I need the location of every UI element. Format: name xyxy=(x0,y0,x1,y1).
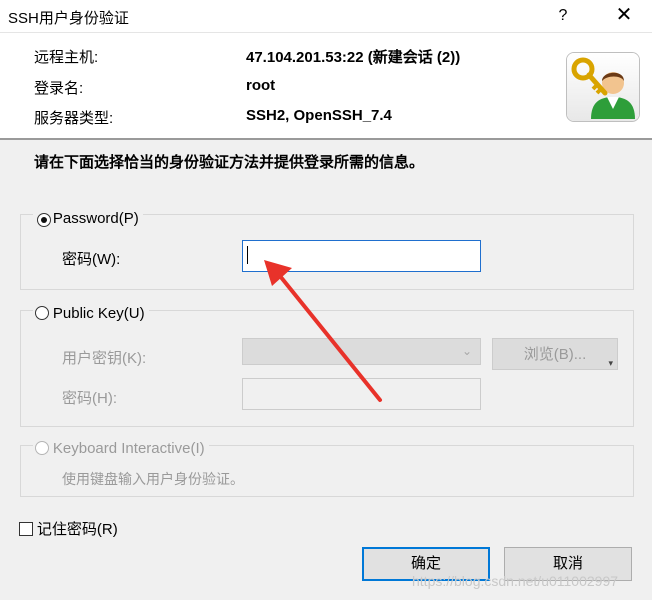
password-input[interactable] xyxy=(242,240,481,272)
help-button[interactable]: ? xyxy=(540,0,586,32)
public-key-radio[interactable] xyxy=(35,306,49,321)
keyboard-interactive-option[interactable]: Keyboard Interactive(I) xyxy=(33,439,209,459)
title-bar: SSH用户身份验证 ? ✕ xyxy=(0,0,652,33)
password-radio[interactable] xyxy=(37,213,51,228)
remember-password-label: 记住密码(R) xyxy=(36,521,118,538)
text-caret xyxy=(247,246,248,264)
instruction-text: 请在下面选择恰当的身份验证方法并提供登录所需的信息。 xyxy=(34,154,425,171)
browse-button[interactable]: 浏览(B)... ▾ xyxy=(492,338,618,370)
keyboard-interactive-radio[interactable] xyxy=(35,441,49,456)
passphrase-input[interactable] xyxy=(242,378,481,410)
server-type-label: 服务器类型: xyxy=(34,110,114,127)
password-option[interactable]: Password(P) xyxy=(33,209,143,229)
help-icon: ? xyxy=(558,7,568,24)
passphrase-label: 密码(H): xyxy=(62,390,117,407)
remote-host-label: 远程主机: xyxy=(34,49,99,66)
ok-button-label: 确定 xyxy=(410,555,441,572)
window-title: SSH用户身份验证 xyxy=(8,10,129,27)
key-user-logo-icon xyxy=(566,52,640,122)
public-key-option[interactable]: Public Key(U) xyxy=(33,304,149,324)
login-name-value: root xyxy=(246,77,276,94)
close-icon: ✕ xyxy=(615,4,633,26)
password-option-label: Password(P) xyxy=(52,209,139,227)
dropdown-indicator-icon: ▾ xyxy=(608,358,613,368)
chevron-down-icon: ⌄ xyxy=(461,344,472,358)
keyboard-interactive-description: 使用键盘输入用户身份验证。 xyxy=(62,471,244,487)
server-type-value: SSH2, OpenSSH_7.4 xyxy=(246,107,392,124)
browse-button-label: 浏览(B)... xyxy=(523,346,587,363)
user-key-label: 用户密钥(K): xyxy=(62,350,147,367)
remember-password-checkbox[interactable] xyxy=(19,521,33,536)
remember-password-option[interactable]: 记住密码(R) xyxy=(19,518,118,538)
password-field-label: 密码(W): xyxy=(62,251,121,268)
close-button[interactable]: ✕ xyxy=(596,0,652,32)
public-key-option-label: Public Key(U) xyxy=(52,304,145,322)
keyboard-interactive-option-label: Keyboard Interactive(I) xyxy=(52,439,205,457)
user-key-select[interactable]: ⌄ xyxy=(242,338,481,365)
login-name-label: 登录名: xyxy=(34,80,84,97)
cancel-button-label: 取消 xyxy=(552,555,583,572)
remote-host-value: 47.104.201.53:22 (新建会话 (2)) xyxy=(246,49,461,66)
watermark-text: https://blog.csdn.net/u011002997 xyxy=(412,573,619,589)
